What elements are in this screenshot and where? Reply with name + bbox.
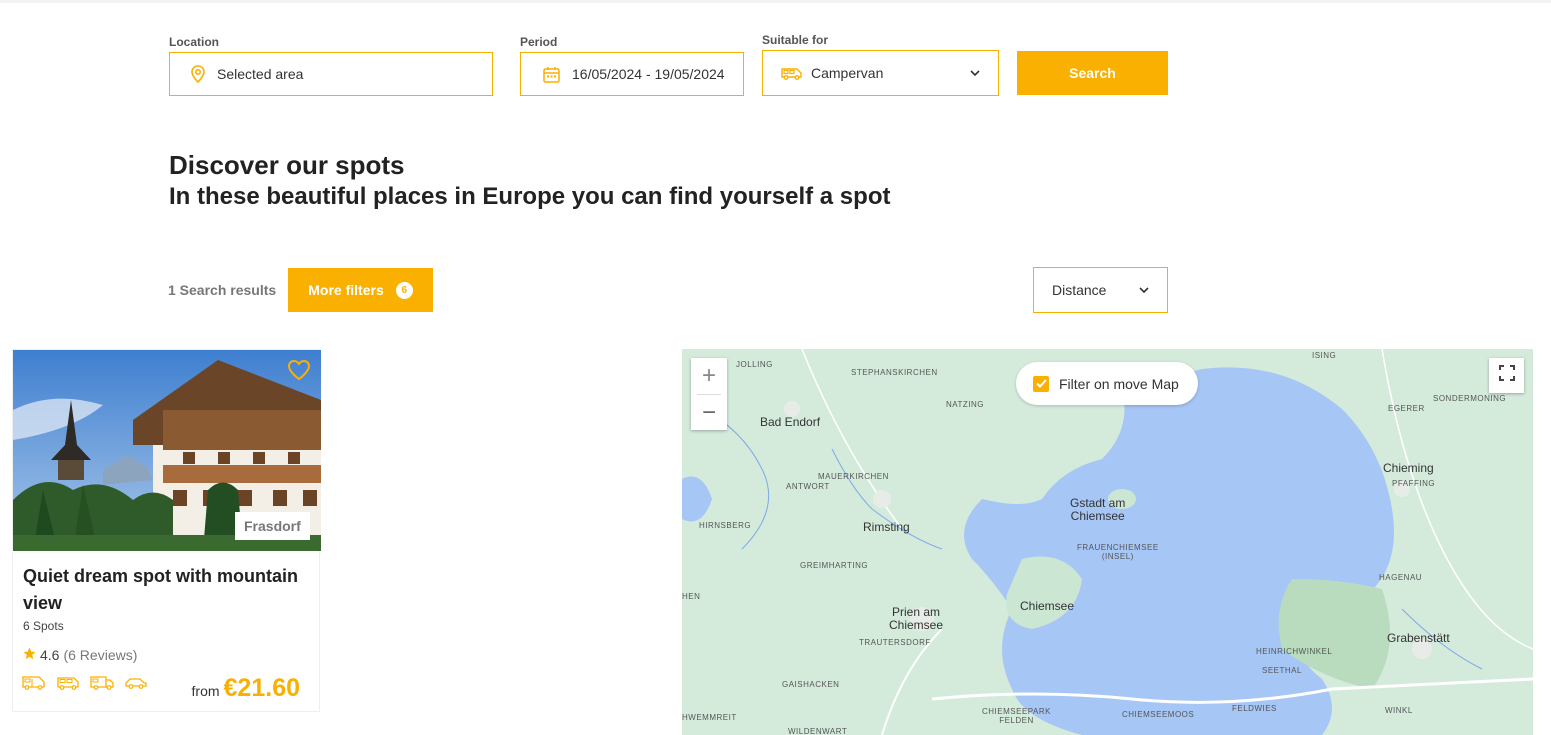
listing-price: from €21.60: [192, 674, 300, 703]
page-title: Discover our spots: [169, 150, 405, 180]
star-icon: [23, 647, 36, 663]
chevron-down-icon: [970, 70, 980, 76]
place-tag: Frasdorf: [235, 512, 310, 540]
map-label-chiemseepark: CHIEMSEEPARK FELDEN: [982, 707, 1051, 725]
filter-count-badge: 6: [395, 281, 413, 299]
map-label-stephanskirchen: STEPHANSKIRCHEN: [851, 368, 938, 377]
van-icon: [56, 676, 80, 695]
map-label-hagenau: HAGENAU: [1379, 573, 1423, 582]
map-label-seethal: SEETHAL: [1262, 666, 1302, 675]
suitable-label: Suitable for: [762, 33, 829, 47]
map[interactable]: JOLLING STEPHANSKIRCHEN NATZING ISING SO…: [682, 349, 1533, 735]
period-field[interactable]: 16/05/2024 - 19/05/2024: [520, 52, 744, 96]
listing-spots: 6 Spots: [23, 619, 64, 633]
zoom-in-button[interactable]: +: [691, 358, 727, 394]
car-icon: [124, 676, 148, 695]
filter-on-move-toggle[interactable]: Filter on move Map: [1016, 362, 1198, 405]
map-label-sondermoning: SONDERMONING: [1433, 394, 1507, 403]
map-label-greimharting: GREIMHARTING: [800, 561, 869, 570]
map-label-feldwies: FELDWIES: [1232, 704, 1277, 713]
motorhome-icon: [22, 676, 46, 695]
map-label-heinrichwinkel: HEINRICHWINKEL: [1256, 647, 1333, 656]
map-label-natzing: NATZING: [946, 400, 985, 409]
vehicle-value: Campervan: [811, 65, 884, 81]
map-label-hirnsberg: HIRNSBERG: [699, 521, 752, 530]
checkbox-checked-icon[interactable]: [1033, 375, 1049, 392]
map-label-mauerkirchen: MAUERKIRCHEN: [818, 472, 889, 481]
map-label-chiemsee: Chiemsee: [1020, 599, 1075, 613]
map-label-winkl: WINKL: [1385, 706, 1413, 715]
period-value: 16/05/2024 - 19/05/2024: [572, 66, 725, 82]
caravan-icon: [90, 676, 114, 695]
sort-select[interactable]: Distance: [1033, 267, 1168, 313]
campervan-icon: [781, 66, 803, 80]
listing-photo[interactable]: Frasdorf: [13, 350, 321, 551]
page-subtitle: In these beautiful places in Europe you …: [169, 183, 891, 210]
more-filters-label: More filters: [308, 282, 384, 298]
location-pin-icon: [190, 65, 206, 83]
price-prefix: from: [191, 683, 220, 699]
listing-title[interactable]: Quiet dream spot with mountain view: [23, 563, 318, 617]
period-label: Period: [520, 35, 558, 49]
map-label-antwort: ANTWORT: [786, 482, 830, 491]
chevron-down-icon: [1139, 287, 1149, 293]
map-label-rimsting: Rimsting: [863, 520, 910, 534]
sort-value: Distance: [1052, 282, 1107, 298]
vehicle-icons: [22, 676, 148, 695]
map-label-bad-endorf: Bad Endorf: [760, 415, 821, 429]
map-label-grabenstatt: Grabenstätt: [1387, 631, 1450, 645]
calendar-icon: [543, 66, 560, 83]
more-filters-button[interactable]: More filters 6: [288, 268, 433, 312]
location-field[interactable]: Selected area: [169, 52, 493, 96]
review-count: (6 Reviews): [63, 647, 138, 663]
map-label-trautersdorf: TRAUTERSDORF: [859, 638, 931, 647]
rating-value: 4.6: [40, 647, 60, 663]
map-label-ising: ISING: [1312, 351, 1337, 360]
fullscreen-button[interactable]: [1489, 358, 1524, 393]
zoom-out-button[interactable]: −: [691, 395, 727, 431]
map-label-prien: Prien am Chiemsee: [889, 605, 944, 632]
zoom-controls: + −: [691, 358, 727, 430]
favorite-heart-icon[interactable]: [287, 359, 311, 386]
map-label-frauenchiemsee: FRAUENCHIEMSEE (INSEL): [1077, 543, 1159, 561]
map-label-gstadt: Gstadt am Chiemsee: [1070, 496, 1126, 523]
search-button[interactable]: Search: [1017, 51, 1168, 95]
map-label-chiemseemoos: CHIEMSEEMOOS: [1122, 710, 1195, 719]
map-label-pfaffing: PFAFFING: [1392, 479, 1436, 488]
vehicle-select[interactable]: Campervan: [762, 50, 999, 96]
results-count: 1 Search results: [168, 282, 277, 298]
fullscreen-icon: [1498, 365, 1515, 386]
map-label-wemmreit: HWEMMREIT: [682, 713, 737, 722]
map-label-hen: HEN: [682, 592, 701, 601]
location-label: Location: [169, 35, 219, 49]
top-divider: [0, 0, 1551, 3]
map-label-chieming: Chieming: [1383, 461, 1434, 475]
map-label-egerer: EGERER: [1388, 404, 1425, 413]
map-label-gaishacken: GAISHACKEN: [782, 680, 840, 689]
location-value: Selected area: [217, 66, 304, 82]
price-value: €21.60: [223, 674, 300, 702]
map-label-wildenwart: WILDENWART: [788, 727, 848, 735]
listing-rating: 4.6 (6 Reviews): [23, 647, 137, 663]
map-label-jolling: JOLLING: [736, 360, 773, 369]
listing-card[interactable]: Frasdorf Quiet dream spot with mountain …: [12, 349, 321, 712]
filter-on-move-label: Filter on move Map: [1059, 375, 1179, 392]
